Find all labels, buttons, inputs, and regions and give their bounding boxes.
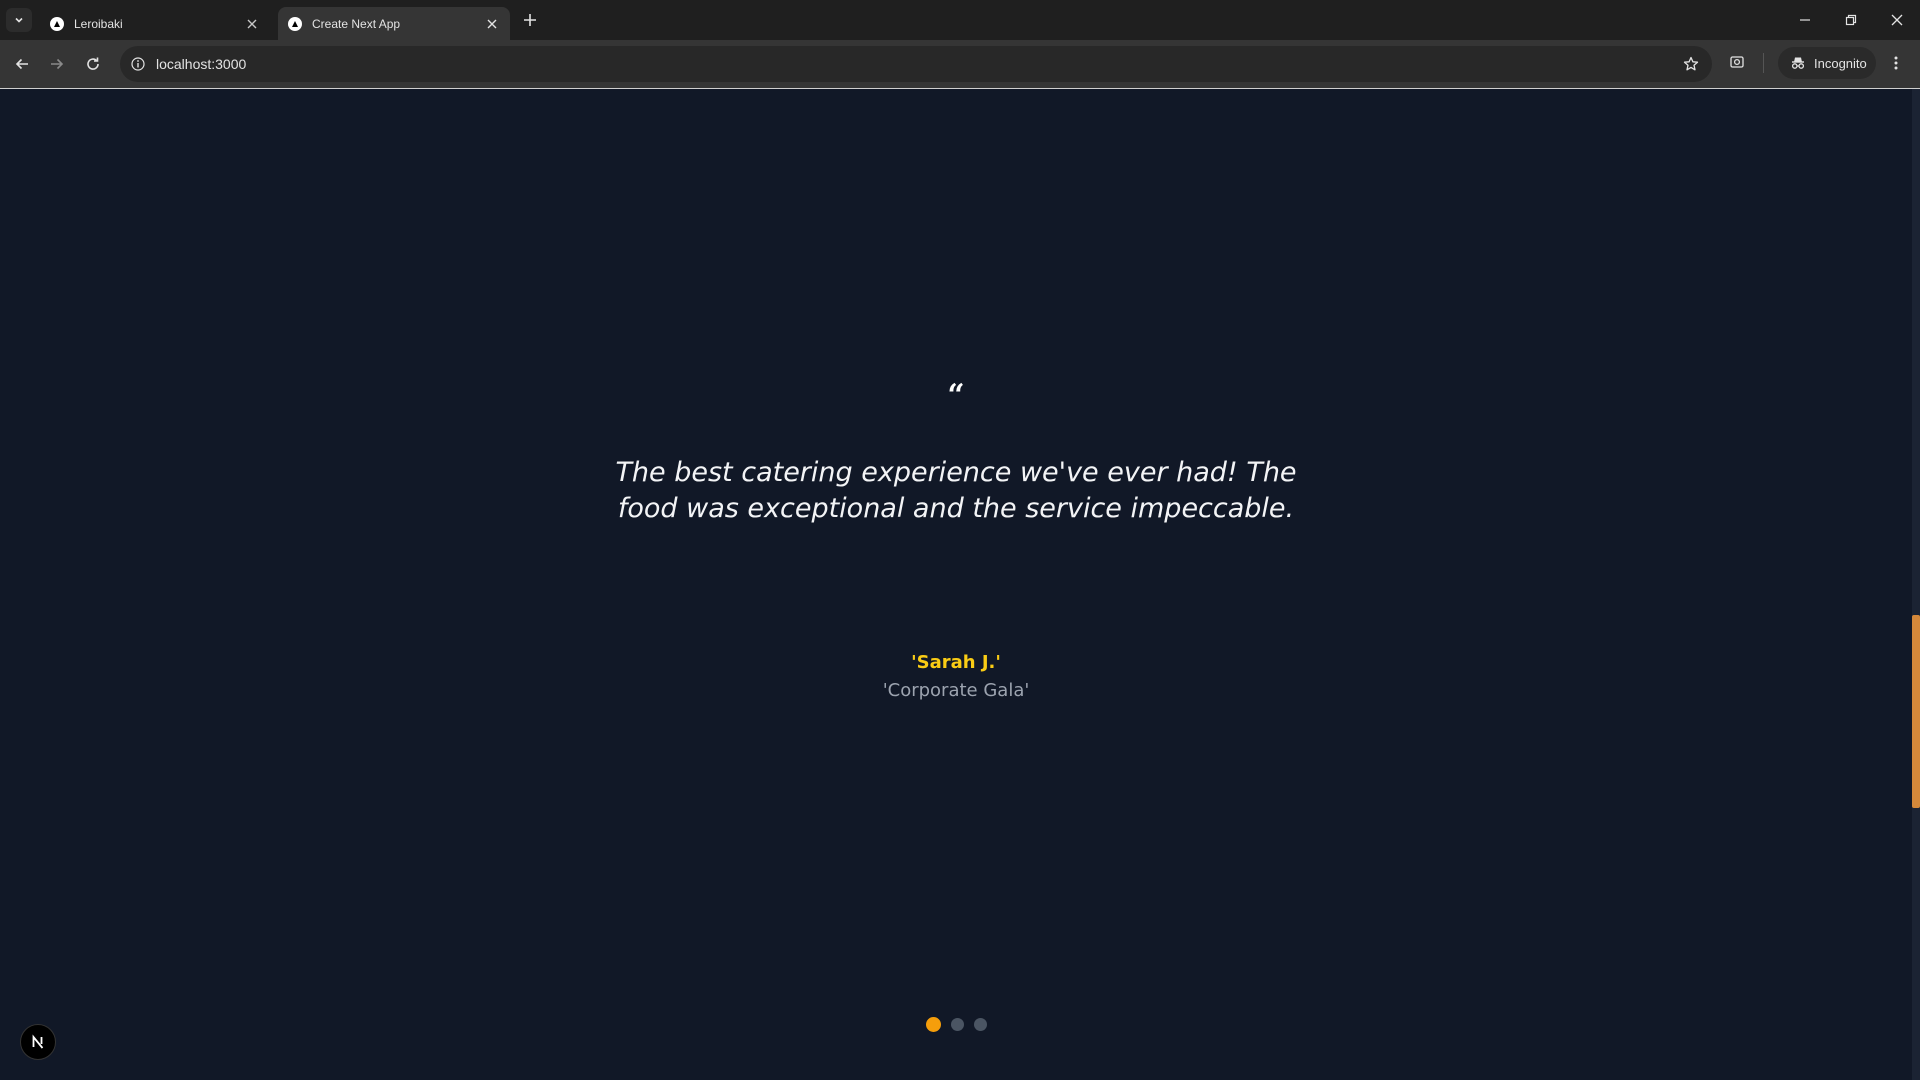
testimonial-section <box>0 89 1912 1080</box>
info-icon[interactable] <box>130 56 146 72</box>
close-icon[interactable] <box>244 16 260 32</box>
carousel-dot-1[interactable] <box>925 1017 941 1032</box>
nextjs-dev-indicator-button[interactable] <box>20 1024 56 1060</box>
carousel-dot-3[interactable] <box>973 1018 987 1031</box>
close-window-button[interactable] <box>1882 8 1912 32</box>
more-vert-icon <box>1894 56 1898 70</box>
new-tab-button[interactable] <box>520 10 540 30</box>
triangle-favicon-icon <box>50 16 64 31</box>
quote-icon: “ <box>947 378 965 413</box>
address-bar[interactable]: localhost:3000 <box>120 46 1712 82</box>
browser-menu-button[interactable] <box>1886 52 1906 74</box>
tab-search-button[interactable] <box>6 8 32 32</box>
chevron-down-icon <box>15 17 23 23</box>
close-icon[interactable] <box>484 16 500 32</box>
testimonial-author: 'Sarah J.' <box>911 652 1001 673</box>
close-icon <box>1891 14 1903 26</box>
scrollbar-thumb[interactable] <box>1912 615 1920 808</box>
tab-leroibaki[interactable]: Leroibaki <box>40 7 270 40</box>
tab-create-next-app[interactable]: Create Next App <box>278 7 510 40</box>
triangle-favicon-icon <box>288 16 302 31</box>
tab-strip: Leroibaki Create Next App <box>0 0 1920 40</box>
url-text[interactable]: localhost:3000 <box>156 56 246 72</box>
browser-toolbar: localhost:3000 <box>0 40 1920 88</box>
incognito-label: Incognito <box>1814 55 1867 71</box>
tab-title: Leroibaki <box>74 16 123 31</box>
plus-icon <box>524 14 536 26</box>
minimize-icon <box>1800 19 1810 21</box>
reload-button[interactable] <box>81 52 105 76</box>
star-icon[interactable] <box>1682 55 1700 73</box>
toolbar-divider <box>1763 53 1764 73</box>
scrollbar-track[interactable] <box>1912 89 1920 1080</box>
restore-button[interactable] <box>1836 8 1866 32</box>
forward-button[interactable] <box>45 52 69 76</box>
tab-title: Create Next App <box>312 16 401 31</box>
carousel-dot-2[interactable] <box>950 1018 964 1031</box>
incognito-icon <box>1791 57 1805 69</box>
reload-icon <box>87 57 99 70</box>
carousel-dots <box>0 1017 1912 1032</box>
arrow-left-icon <box>15 58 28 70</box>
testimonial-event: 'Corporate Gala' <box>882 680 1030 701</box>
back-button[interactable] <box>10 52 34 76</box>
nextjs-logo-icon <box>32 1034 44 1049</box>
camera-icon <box>1730 56 1744 68</box>
arrow-right-icon <box>51 58 64 70</box>
testimonial-quote: The best catering experience we've ever … <box>615 457 1297 524</box>
screenshot-extension-button[interactable] <box>1727 52 1747 72</box>
restore-icon <box>1845 14 1857 26</box>
incognito-badge[interactable]: Incognito <box>1778 47 1876 79</box>
minimize-button[interactable] <box>1790 8 1820 32</box>
